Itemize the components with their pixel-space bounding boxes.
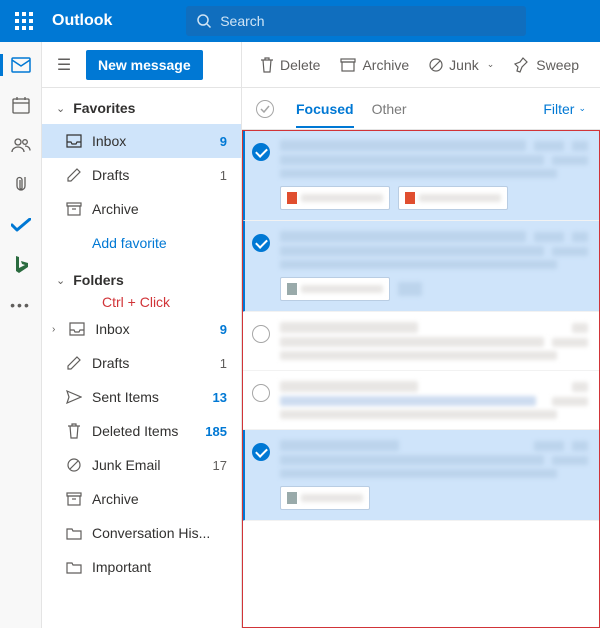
message-pane: Delete Archive Junk ⌄ Sweep <box>242 42 600 628</box>
search-icon <box>196 13 212 29</box>
folder-item-deleted[interactable]: Deleted Items 185 <box>42 414 241 448</box>
attachment-chip[interactable] <box>398 186 508 210</box>
folder-item-junk[interactable]: Junk Email 17 <box>42 448 241 482</box>
folder-item-conversation[interactable]: Conversation His... <box>42 516 241 550</box>
more-icon[interactable]: ••• <box>8 292 34 318</box>
attachment-chip[interactable] <box>280 486 370 510</box>
app-brand: Outlook <box>52 12 112 30</box>
archive-icon <box>66 492 82 506</box>
message-checkbox[interactable] <box>252 325 270 343</box>
message-checkbox[interactable] <box>252 443 270 461</box>
inbox-icon <box>66 134 82 148</box>
people-icon[interactable] <box>8 132 34 158</box>
inbox-icon <box>69 322 85 336</box>
attachment-chip[interactable] <box>280 186 390 210</box>
folder-item-sent[interactable]: Sent Items 13 <box>42 380 241 414</box>
message-item[interactable] <box>242 371 600 430</box>
title-bar: Outlook Search <box>0 0 600 42</box>
filter-button[interactable]: Filter ⌄ <box>543 101 586 117</box>
send-icon <box>66 390 82 404</box>
app-launcher-icon[interactable] <box>6 3 42 39</box>
archive-button[interactable]: Archive <box>332 51 417 79</box>
mail-icon[interactable] <box>8 52 34 78</box>
tab-focused[interactable]: Focused <box>296 91 354 127</box>
select-all-toggle[interactable] <box>256 100 274 118</box>
folder-item-important[interactable]: Important <box>42 550 241 584</box>
folder-item-inbox[interactable]: Inbox 9 <box>42 124 241 158</box>
archive-icon <box>66 202 82 216</box>
folder-icon <box>66 527 82 540</box>
folder-pane: ☰ New message ⌄ Favorites Inbox 9 Drafts… <box>42 42 242 628</box>
pencil-icon <box>66 356 82 370</box>
move-button[interactable] <box>595 52 600 78</box>
message-list <box>242 130 600 628</box>
message-checkbox[interactable] <box>252 143 270 161</box>
delete-button[interactable]: Delete <box>252 51 328 79</box>
message-checkbox[interactable] <box>252 234 270 252</box>
message-item[interactable] <box>242 221 600 312</box>
folder-item-drafts-2[interactable]: Drafts 1 <box>42 346 241 380</box>
message-checkbox[interactable] <box>252 384 270 402</box>
folder-item-drafts[interactable]: Drafts 1 <box>42 158 241 192</box>
folder-item-archive-2[interactable]: Archive <box>42 482 241 516</box>
sweep-button[interactable]: Sweep <box>506 51 587 79</box>
folder-item-inbox-2[interactable]: › Inbox 9 <box>42 312 241 346</box>
todo-icon[interactable] <box>8 212 34 238</box>
trash-icon <box>66 423 82 439</box>
files-icon[interactable] <box>8 172 34 198</box>
folder-icon <box>66 561 82 574</box>
chevron-down-icon: ⌄ <box>56 274 65 287</box>
new-message-button[interactable]: New message <box>86 50 203 80</box>
search-placeholder: Search <box>220 13 264 29</box>
hamburger-icon[interactable]: ☰ <box>52 55 76 75</box>
bing-icon[interactable] <box>8 252 34 278</box>
expand-icon[interactable]: › <box>52 324 55 335</box>
pencil-icon <box>66 168 82 182</box>
message-item[interactable] <box>242 430 600 521</box>
message-tab-bar: Focused Other Filter ⌄ <box>242 88 600 130</box>
favorites-header[interactable]: ⌄ Favorites <box>42 88 241 124</box>
folders-header[interactable]: ⌄ Folders <box>42 260 241 296</box>
annotation-ctrl-click: Ctrl + Click <box>42 294 241 310</box>
chevron-down-icon: ⌄ <box>487 59 495 70</box>
attachment-chip[interactable] <box>280 277 390 301</box>
calendar-icon[interactable] <box>8 92 34 118</box>
left-rail: ••• <box>0 42 42 628</box>
add-favorite-link[interactable]: Add favorite <box>42 226 241 260</box>
message-item[interactable] <box>242 130 600 221</box>
block-icon <box>66 458 82 472</box>
junk-button[interactable]: Junk ⌄ <box>421 51 502 79</box>
message-item[interactable] <box>242 312 600 371</box>
chevron-down-icon: ⌄ <box>56 102 65 115</box>
command-bar: Delete Archive Junk ⌄ Sweep <box>242 42 600 88</box>
folder-item-archive[interactable]: Archive <box>42 192 241 226</box>
chevron-down-icon: ⌄ <box>578 103 586 114</box>
search-input[interactable]: Search <box>186 6 526 36</box>
tab-other[interactable]: Other <box>372 91 407 127</box>
